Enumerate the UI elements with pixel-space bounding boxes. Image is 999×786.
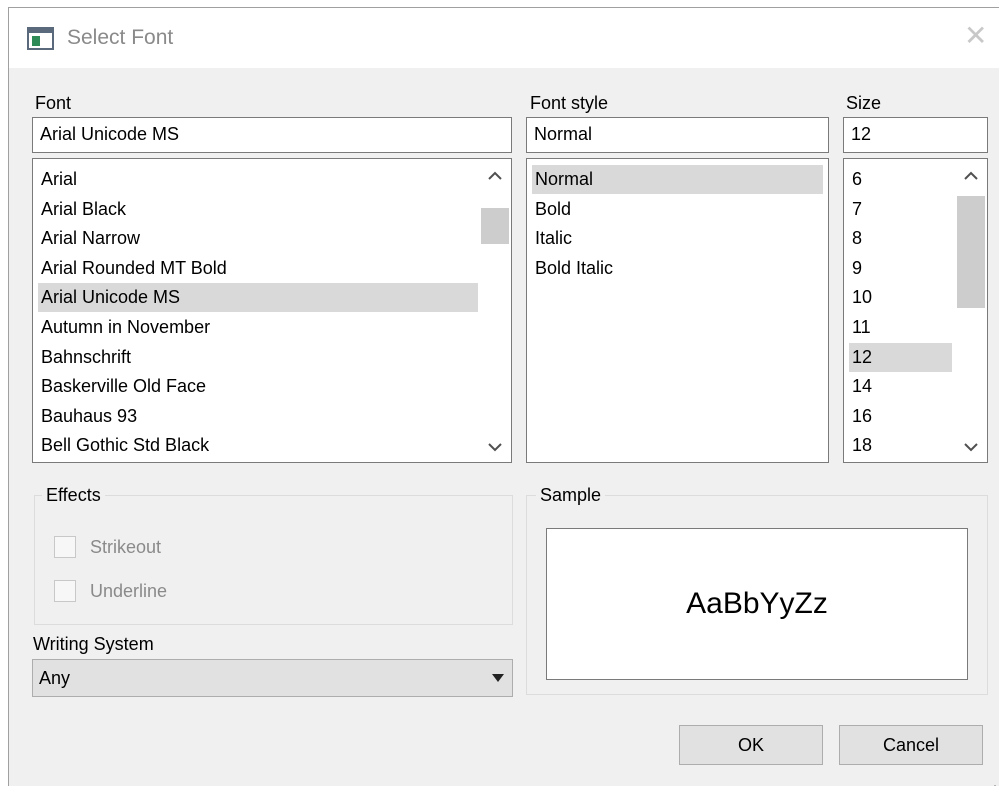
chevron-down-icon[interactable] xyxy=(956,432,986,462)
font-list-item[interactable]: Baskerville Old Face xyxy=(38,372,478,401)
size-list-item[interactable]: 11 xyxy=(849,313,952,342)
size-list-item[interactable]: 12 xyxy=(849,342,952,372)
cancel-button[interactable]: Cancel xyxy=(839,725,983,765)
dropdown-arrow-icon xyxy=(492,674,504,682)
window-app-icon xyxy=(27,27,54,50)
select-font-dialog: Select Font ✕ Font Arial Unicode MS Aria… xyxy=(8,7,999,786)
font-list-item[interactable]: Arial Black xyxy=(38,195,478,224)
strikeout-label: Strikeout xyxy=(90,536,162,557)
font-name-field[interactable]: Arial Unicode MS xyxy=(32,117,512,153)
size-list[interactable]: 6 7 8 9 10 11 12 14 16 18 xyxy=(843,158,988,463)
underline-option[interactable]: Underline xyxy=(54,580,167,602)
size-list-item[interactable]: 16 xyxy=(849,402,952,431)
font-style-list[interactable]: Normal Bold Italic Bold Italic xyxy=(526,158,829,463)
effects-title: Effects xyxy=(42,485,105,506)
font-list-item[interactable]: Autumn in November xyxy=(38,313,478,342)
sample-text: AaBbYyZz xyxy=(686,587,828,620)
font-style-list-item[interactable]: Normal xyxy=(532,165,823,194)
size-list-item[interactable]: 18 xyxy=(849,431,952,460)
font-style-list-item[interactable]: Bold Italic xyxy=(532,254,823,283)
dialog-title: Select Font xyxy=(67,26,174,49)
strikeout-checkbox[interactable] xyxy=(54,536,76,558)
writing-system-label: Writing System xyxy=(33,634,154,654)
sample-preview: AaBbYyZz xyxy=(546,528,968,680)
font-list-item[interactable]: Arial Rounded MT Bold xyxy=(38,254,478,283)
chevron-up-icon[interactable] xyxy=(956,161,986,191)
writing-system-select[interactable]: Any xyxy=(32,659,513,697)
size-list-item[interactable]: 10 xyxy=(849,283,952,312)
strikeout-option[interactable]: Strikeout xyxy=(54,536,161,558)
font-list-item[interactable]: Bauhaus 93 xyxy=(38,402,478,431)
writing-system-value: Any xyxy=(39,668,71,688)
size-list-item[interactable]: 7 xyxy=(849,195,952,224)
font-style-field[interactable]: Normal xyxy=(526,117,829,153)
underline-label: Underline xyxy=(90,580,168,601)
chevron-up-icon[interactable] xyxy=(480,161,510,191)
sample-title: Sample xyxy=(536,485,606,506)
chevron-down-icon[interactable] xyxy=(480,432,510,462)
font-list-scroll-thumb[interactable] xyxy=(481,208,509,244)
ok-button[interactable]: OK xyxy=(679,725,823,765)
font-style-list-item[interactable]: Italic xyxy=(532,224,823,253)
effects-group xyxy=(34,495,513,625)
font-style-list-item[interactable]: Bold xyxy=(532,195,823,224)
size-list-scroll-thumb[interactable] xyxy=(957,196,985,308)
size-field[interactable]: 12 xyxy=(843,117,988,153)
font-list[interactable]: Arial Arial Black Arial Narrow Arial Rounde… xyxy=(32,158,512,463)
font-list-item[interactable]: Arial Narrow xyxy=(38,224,478,253)
font-style-label: Font style xyxy=(530,93,609,113)
font-list-item[interactable]: Bahnschrift xyxy=(38,343,478,372)
size-list-item[interactable]: 6 xyxy=(849,165,952,194)
font-label: Font xyxy=(35,93,72,113)
title-bar: Select Font ✕ xyxy=(9,8,999,68)
resize-grip-icon[interactable] xyxy=(992,779,999,786)
underline-checkbox[interactable] xyxy=(54,580,76,602)
size-list-item[interactable]: 8 xyxy=(849,224,952,253)
size-list-item[interactable]: 9 xyxy=(849,254,952,283)
font-list-item[interactable]: Bell Gothic Std Black xyxy=(38,431,478,460)
size-list-item[interactable]: 14 xyxy=(849,372,952,401)
font-list-item[interactable]: Arial Unicode MS xyxy=(38,283,478,313)
font-list-scrollbar[interactable] xyxy=(480,159,510,462)
close-icon[interactable]: ✕ xyxy=(964,22,987,50)
size-label: Size xyxy=(846,93,882,113)
font-list-item[interactable]: Arial xyxy=(38,165,478,194)
size-list-scrollbar[interactable] xyxy=(956,159,986,462)
